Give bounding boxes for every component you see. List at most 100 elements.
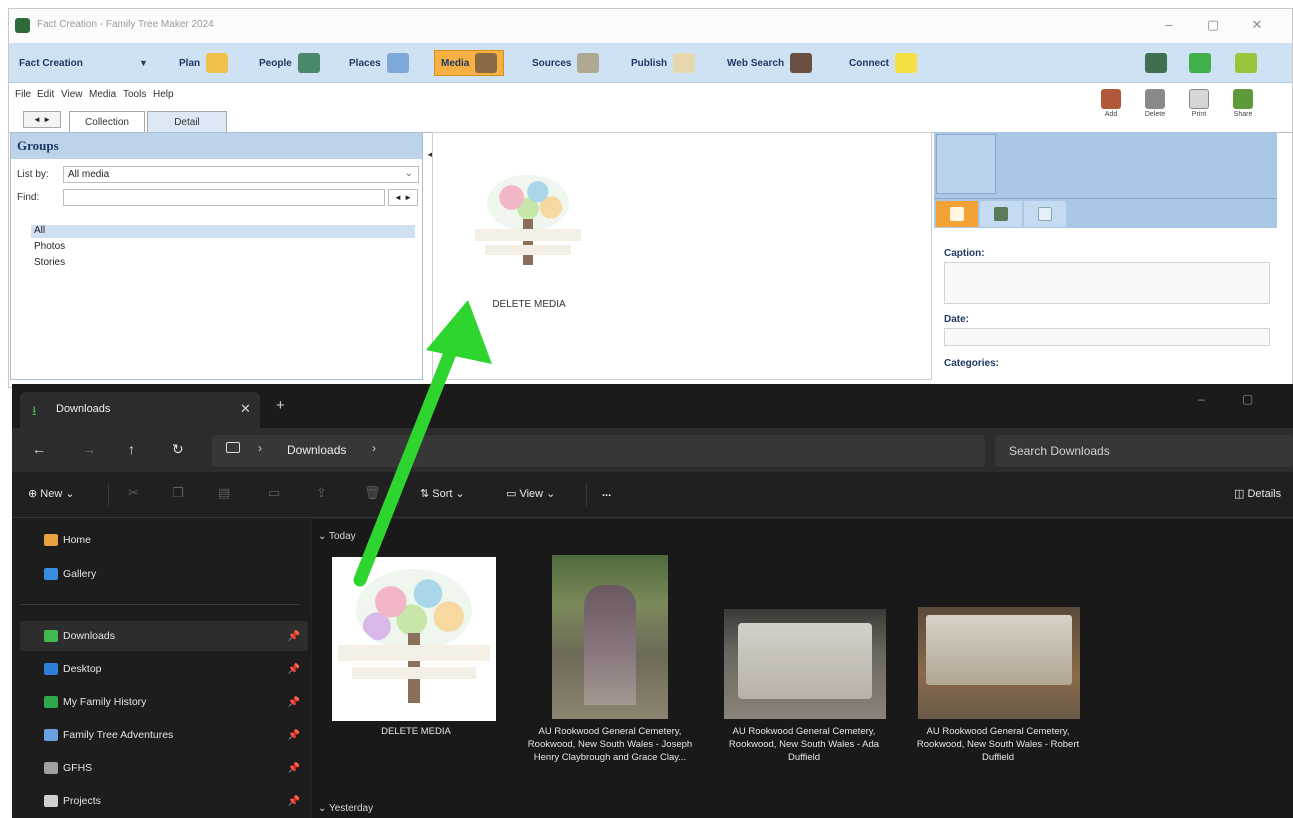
menu-tools[interactable]: Tools [123, 89, 146, 100]
menu-view[interactable]: View [61, 89, 83, 100]
explorer-tab-downloads[interactable]: ⭳ Downloads ✕ [20, 392, 260, 428]
forward-arrow-icon[interactable]: → [82, 441, 96, 457]
find-label: Find: [17, 192, 40, 203]
up-arrow-icon[interactable]: ↑ [128, 441, 135, 457]
projects-icon [44, 795, 58, 807]
close-tab-icon[interactable]: ✕ [240, 401, 251, 417]
address-box[interactable]: › Downloads › [212, 435, 985, 467]
menu-media[interactable]: Media [89, 89, 116, 100]
minimize-icon[interactable]: – [1198, 392, 1205, 406]
group-yesterday-label: Yesterday [328, 803, 374, 814]
tab-media-info[interactable] [936, 201, 978, 227]
group-header-yesterday[interactable]: ⌄ Yesterday [318, 803, 373, 814]
search-input[interactable]: Search Downloads [995, 435, 1293, 467]
pin-icon[interactable]: 📌 [288, 697, 300, 708]
nav-gfhs[interactable]: GFHS 📌 [20, 753, 308, 783]
detail-panel: Caption: Date: Categories: [934, 132, 1277, 380]
tab-media-notes[interactable] [1024, 201, 1066, 227]
nav-places[interactable]: Places [349, 50, 409, 76]
address-path-segment[interactable]: Downloads [287, 443, 346, 457]
tab-detail[interactable]: Detail [147, 111, 227, 133]
minimize-icon[interactable]: – [1159, 17, 1179, 32]
back-forward-arrows[interactable]: ◄ ► [23, 111, 61, 128]
file-item[interactable]: AU Rookwood General Cemetery, Rookwood, … [910, 555, 1086, 795]
copy-icon[interactable]: ❐ [172, 485, 184, 501]
file-item[interactable]: AU Rookwood General Cemetery, Rookwood, … [522, 555, 698, 795]
pin-icon[interactable]: 📌 [288, 730, 300, 741]
nav-gallery[interactable]: Gallery [20, 559, 308, 589]
nav-projects-label: Projects [63, 795, 101, 807]
file-explorer-window: ⭳ Downloads ✕ + – ▢ ← → ↑ ↻ › Downloads … [12, 384, 1293, 818]
find-input[interactable] [63, 189, 385, 206]
close-icon[interactable]: ✕ [1247, 17, 1267, 33]
view-button[interactable]: ▭ View ⌄ [506, 487, 555, 500]
nav-fact-creation[interactable]: Fact Creation [19, 50, 83, 76]
list-by-select[interactable]: All media ⌄ [63, 166, 419, 183]
detail-photo-placeholder[interactable] [936, 134, 996, 194]
group-item-photos[interactable]: Photos [31, 241, 415, 254]
pin-icon[interactable]: 📌 [288, 631, 300, 642]
refresh-icon[interactable]: ↻ [172, 441, 184, 458]
ftm-view-tabs: ◄ ► Collection Detail [9, 107, 1292, 133]
nav-publish-label: Publish [631, 57, 668, 69]
nav-sources[interactable]: Sources [532, 50, 600, 76]
find-prev-next[interactable]: ◄ ► [388, 189, 418, 206]
chevron-down-icon[interactable]: ▼ [139, 58, 148, 68]
delete-icon[interactable]: 🗑 [364, 485, 381, 501]
chevron-down-icon: ⌄ [404, 168, 413, 179]
nav-people[interactable]: People [259, 50, 320, 76]
menu-file[interactable]: File [15, 89, 31, 100]
nav-downloads[interactable]: Downloads 📌 [20, 621, 308, 651]
nav-web-search[interactable]: Web Search [727, 50, 813, 76]
file-item[interactable]: DELETE MEDIA [328, 555, 504, 795]
pin-icon[interactable]: 📌 [288, 796, 300, 807]
nav-plan[interactable]: Plan [179, 50, 229, 76]
new-button[interactable]: ⊕ New ⌄ [28, 487, 75, 500]
pin-icon[interactable]: 📌 [288, 664, 300, 675]
back-arrow-icon[interactable]: ← [32, 441, 46, 457]
nav-publish[interactable]: Publish [631, 50, 696, 76]
details-pane-button[interactable]: ◫ Details [1234, 487, 1281, 500]
people-icon [44, 762, 58, 774]
people-icon [297, 53, 320, 73]
date-input[interactable] [944, 328, 1270, 346]
explorer-nav-pane: Home Gallery Downloads 📌 Desktop 📌 My Fa… [12, 519, 310, 818]
share-icon[interactable]: ⇪ [316, 485, 327, 501]
sort-button[interactable]: ⇅ Sort ⌄ [420, 487, 465, 500]
maximize-icon[interactable]: ▢ [1242, 392, 1253, 406]
tree-trunk [523, 219, 533, 265]
tab-collection[interactable]: Collection [69, 111, 145, 133]
menu-edit[interactable]: Edit [37, 89, 54, 100]
media-thumbnail[interactable] [473, 169, 583, 279]
tree-banner-top [475, 229, 581, 241]
nav-projects[interactable]: Projects 📌 [20, 786, 308, 816]
hint-leaf-icon[interactable] [1235, 53, 1257, 73]
tab-media-people[interactable] [980, 201, 1022, 227]
pin-icon[interactable]: 📌 [288, 763, 300, 774]
rename-icon[interactable]: ▭ [268, 485, 280, 501]
ancestry-icon[interactable] [1189, 53, 1211, 73]
tree-sync-icon[interactable] [1145, 53, 1167, 73]
group-item-all[interactable]: All [31, 225, 415, 238]
nav-my-family-history-label: My Family History [63, 696, 147, 708]
chevron-right-icon: › [372, 441, 376, 455]
divider [586, 484, 587, 506]
nav-desktop[interactable]: Desktop 📌 [20, 654, 308, 684]
new-tab-icon[interactable]: + [276, 397, 285, 414]
cut-icon[interactable]: ✂ [128, 485, 139, 501]
file-item[interactable]: AU Rookwood General Cemetery, Rookwood, … [716, 555, 892, 795]
maximize-icon[interactable]: ▢ [1203, 17, 1223, 33]
nav-my-family-history[interactable]: My Family History 📌 [20, 687, 308, 717]
menu-help[interactable]: Help [153, 89, 174, 100]
group-item-stories[interactable]: Stories [31, 257, 415, 270]
note-icon [1038, 207, 1052, 221]
paste-icon[interactable]: ▤ [218, 485, 230, 501]
nav-home[interactable]: Home [20, 525, 308, 555]
caption-input[interactable] [944, 262, 1270, 304]
nav-media[interactable]: Media [434, 50, 505, 76]
nav-connect[interactable]: Connect [849, 50, 917, 76]
explorer-addressbar: ← → ↑ ↻ › Downloads › Search Downloads [12, 428, 1293, 472]
group-header-today[interactable]: ⌄ Today [318, 531, 356, 542]
nav-family-tree-adventures[interactable]: Family Tree Adventures 📌 [20, 720, 308, 750]
more-options-button[interactable]: ... [602, 487, 611, 499]
